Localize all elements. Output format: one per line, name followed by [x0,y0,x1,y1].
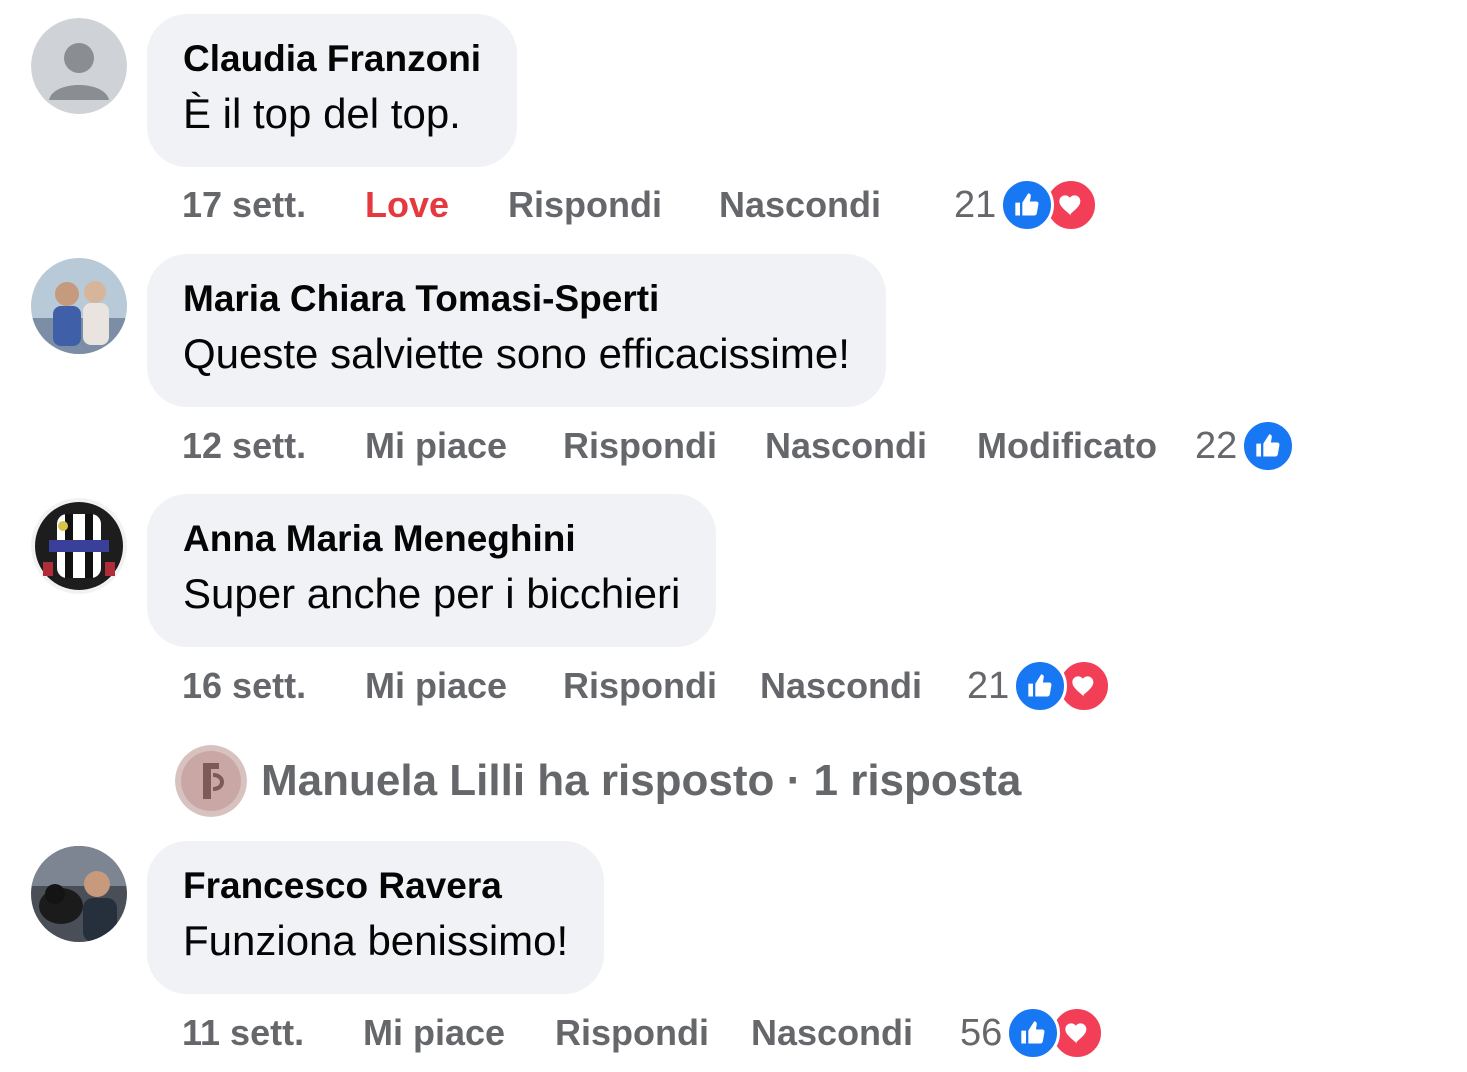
comment-text: Queste salviette sono efficacissime! [183,330,850,377]
comment-text: È il top del top. [183,90,461,137]
reaction-summary[interactable]: 22 [1195,419,1296,473]
avatar[interactable] [31,258,127,354]
avatar[interactable] [31,18,127,114]
comment-text: Funziona benissimo! [183,917,569,964]
reaction-count: 22 [1195,425,1238,467]
comment-bubble: Anna Maria Meneghini Super anche per i b… [147,494,717,647]
edited-label[interactable]: Modificato [977,422,1157,470]
comment-timestamp[interactable]: 12 sett. [182,422,306,470]
comment-author[interactable]: Francesco Ravera [183,863,568,909]
reply-button[interactable]: Rispondi [508,181,662,229]
avatar [175,745,247,817]
comment-bubble: Claudia Franzoni È il top del top. [147,14,518,167]
hide-button[interactable]: Nascondi [751,1009,913,1057]
reply-button[interactable]: Rispondi [563,662,717,710]
comment-timestamp[interactable]: 16 sett. [182,662,306,710]
reaction-summary[interactable]: 21 [967,659,1112,713]
reaction-count: 21 [954,184,997,226]
comment-bubble: Maria Chiara Tomasi-Sperti Queste salvie… [147,254,886,407]
like-button[interactable]: Love [365,181,449,229]
reaction-summary[interactable]: 56 [960,1006,1105,1060]
comment-timestamp[interactable]: 17 sett. [182,181,306,229]
reply-button[interactable]: Rispondi [555,1009,709,1057]
comment-author[interactable]: Claudia Franzoni [183,36,481,82]
like-button[interactable]: Mi piace [365,422,507,470]
reply-button[interactable]: Rispondi [563,422,717,470]
comment-bubble: Francesco Ravera Funziona benissimo! [147,841,605,994]
comment-author[interactable]: Maria Chiara Tomasi-Sperti [183,276,850,322]
comment-text: Super anche per i bicchieri [183,570,681,617]
hide-button[interactable]: Nascondi [719,181,881,229]
like-icon [1000,178,1055,232]
avatar[interactable] [31,846,127,942]
hide-button[interactable]: Nascondi [760,662,922,710]
view-replies-link[interactable]: Manuela Lilli ha risposto · 1 risposta [175,745,1021,817]
like-icon [1241,419,1296,473]
reaction-summary[interactable]: 21 [954,178,1099,232]
like-button[interactable]: Mi piace [365,662,507,710]
like-icon [1013,659,1068,713]
reply-summary-text[interactable]: Manuela Lilli ha risposto · 1 risposta [261,745,1021,817]
avatar[interactable] [31,498,127,594]
comment-timestamp[interactable]: 11 sett. [182,1009,304,1057]
hide-button[interactable]: Nascondi [765,422,927,470]
reaction-count: 21 [967,665,1010,707]
comment-author[interactable]: Anna Maria Meneghini [183,516,680,562]
reaction-count: 56 [960,1012,1003,1054]
like-button[interactable]: Mi piace [363,1009,505,1057]
like-icon [1006,1006,1061,1060]
